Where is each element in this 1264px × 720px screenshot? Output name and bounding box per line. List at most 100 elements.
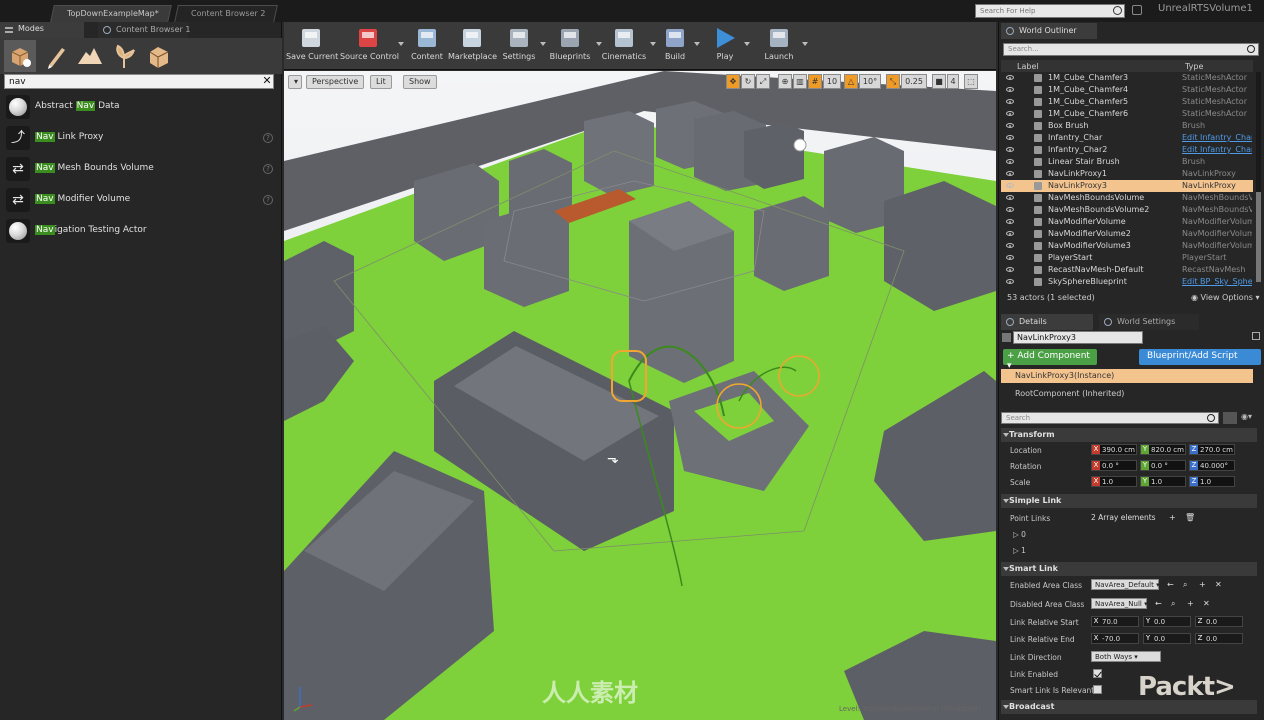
point-link-1-row[interactable]: ▷ 1 [1001,542,1257,558]
location-z-field[interactable]: Z 270.0 cm [1189,444,1235,455]
cinematics-button[interactable]: Cinematics [600,24,648,68]
point-links-label[interactable]: Point Links [1010,514,1050,523]
world-space-icon[interactable]: ⊕ [778,74,792,89]
use-selected-icon[interactable]: ← [1167,580,1174,589]
settings-button[interactable]: Settings [500,24,538,68]
view-options-button[interactable]: ◉ View Options ▾ [1191,293,1260,302]
visibility-eye-icon[interactable] [1006,99,1014,104]
surface-snap-icon[interactable]: ▥ [793,74,807,89]
scale-label[interactable]: Scale [1010,478,1030,487]
perspective-button[interactable]: Perspective [306,75,365,89]
disabled-area-dropdown[interactable]: NavArea_Null ▾ [1091,598,1148,609]
location-label[interactable]: Location [1010,446,1042,455]
outliner-row[interactable]: NavModifierVolume3 NavModifierVolume [1001,240,1253,252]
visibility-eye-icon[interactable] [1006,75,1014,80]
type-column-header[interactable]: Type [1185,62,1203,71]
visibility-eye-icon[interactable] [1006,279,1014,284]
marketplace-button[interactable]: Marketplace [448,24,497,68]
launch-button[interactable]: Launch [758,24,800,68]
browse-icon[interactable]: ⌕ [1183,580,1187,590]
add-component-button[interactable]: + Add Component ▾ [1003,349,1097,371]
visibility-eye-icon[interactable] [1006,243,1014,248]
lit-button[interactable]: Lit [370,75,392,89]
camera-speed-value[interactable]: 4 [947,74,959,89]
outliner-row[interactable]: NavLinkProxy3 NavLinkProxy [1001,180,1253,192]
visibility-eye-icon[interactable] [1006,171,1014,176]
outliner-row[interactable]: NavMeshBoundsVolume NavMeshBoundsVolume [1001,192,1253,204]
visibility-eye-icon[interactable] [1006,147,1014,152]
link-direction-dropdown[interactable]: Both Ways ▾ [1091,651,1161,662]
blueprint-add-script-button[interactable]: Blueprint/Add Script [1139,349,1261,365]
dropdown-arrow-icon[interactable] [398,42,404,46]
outliner-row[interactable]: 1M_Cube_Chamfer5 StaticMeshActor [1001,96,1253,108]
build-button[interactable]: Build [658,24,692,68]
blueprints-button[interactable]: Blueprints [546,24,594,68]
show-button[interactable]: Show [403,75,437,89]
translate-icon[interactable]: ✥ [726,74,740,89]
visibility-eye-icon[interactable] [1006,135,1014,140]
outliner-row[interactable]: NavModifierVolume2 NavModifierVolume [1001,228,1253,240]
add-icon[interactable]: + [1187,599,1194,608]
add-icon[interactable]: + [1199,580,1206,589]
camera-speed-icon[interactable]: ■ [932,74,946,89]
clear-icon[interactable]: ✕ [1215,580,1222,589]
viewport-menu-button[interactable]: ▾ [288,75,302,89]
scale-icon[interactable]: ⤢ [756,74,770,89]
outliner-row[interactable]: Box Brush Brush [1001,120,1253,132]
link-start-x-field[interactable]: X 70.0 [1091,616,1139,627]
rotation-snap-icon[interactable]: △ [844,74,858,89]
outliner-row[interactable]: 1M_Cube_Chamfer6 StaticMeshActor [1001,108,1253,120]
property-matrix-icon[interactable] [1223,412,1237,424]
add-element-icon[interactable]: + [1169,513,1176,522]
outliner-row[interactable]: NavMeshBoundsVolume2 NavMeshBoundsVolume [1001,204,1253,216]
point-link-0-row[interactable]: ▷ 0 [1001,526,1257,542]
scrollbar-thumb[interactable] [1256,192,1261,282]
scale-z-field[interactable]: Z 1.0 [1189,476,1235,487]
maximize-icon[interactable]: ⬚ [964,74,978,89]
landscape-mode-button[interactable] [74,40,106,72]
broadcast-category[interactable]: Broadcast [1001,700,1257,714]
place-mode-button[interactable] [4,40,36,72]
link-end-label[interactable]: Link Relative End [1010,635,1075,644]
paint-mode-button[interactable] [40,40,72,72]
location-x-field[interactable]: X 390.0 cm [1091,444,1137,455]
visibility-eye-icon[interactable] [1006,159,1014,164]
help-icon[interactable]: ? [263,133,273,143]
edit-blueprint-link[interactable]: Edit Infantry_Char [1182,133,1252,142]
instance-component-row[interactable]: NavLinkProxy3(Instance) [1001,369,1253,383]
play-button[interactable]: Play [708,24,742,68]
visibility-eye-icon[interactable] [1006,255,1014,260]
visibility-eye-icon[interactable] [1006,267,1014,272]
outliner-row[interactable]: NavModifierVolume NavModifierVolume [1001,216,1253,228]
link-enabled-checkbox[interactable] [1093,669,1102,678]
details-tab[interactable]: Details [1001,314,1093,330]
link-end-x-field[interactable]: X -70.0 [1091,633,1139,644]
visibility-eye-icon[interactable] [1006,195,1014,200]
level-viewport[interactable]: ⬎ ▾ Perspective Lit Show ✥ ↻ ⤢ ⊕ ▥ # 10 … [284,71,996,720]
link-end-z-field[interactable]: Z 0.0 [1195,633,1243,644]
visibility-eye-icon[interactable] [1006,87,1014,92]
help-icon[interactable]: ? [263,195,273,205]
actor-name-field[interactable]: NavLinkProxy3 [1013,331,1143,344]
link-start-label[interactable]: Link Relative Start [1010,618,1079,627]
clear-icon[interactable]: ✕ [1203,599,1210,608]
outliner-row[interactable]: PlayerStart PlayerStart [1001,252,1253,264]
asset-item[interactable]: Abstract Nav Data [0,92,282,123]
foliage-mode-button[interactable] [108,40,140,72]
asset-item[interactable]: Navigation Testing Actor [0,216,282,247]
scale-x-field[interactable]: X 1.0 [1091,476,1137,487]
world-settings-tab[interactable]: World Settings [1099,314,1199,330]
delete-icon[interactable]: 🗑 [1185,513,1195,522]
asset-item[interactable]: ⇄ Nav Mesh Bounds Volume? [0,154,282,185]
world-outliner-tab[interactable]: World Outliner [1001,23,1097,39]
outliner-row[interactable]: 1M_Cube_Chamfer3 StaticMeshActor [1001,72,1253,84]
enabled-area-dropdown[interactable]: NavArea_Default ▾ [1091,579,1160,590]
link-end-y-field[interactable]: Y 0.0 [1143,633,1191,644]
location-y-field[interactable]: Y 820.0 cm [1140,444,1186,455]
rotation-snap-value[interactable]: 10° [859,74,881,89]
browse-icon[interactable]: ⌕ [1171,599,1175,609]
source-control-button[interactable]: Source Control [340,24,399,68]
tab-content-browser-1[interactable]: Content Browser 1 [98,22,190,38]
smart-link-category[interactable]: Smart Link [1001,562,1257,576]
save-current-button[interactable]: Save Current [286,24,338,68]
